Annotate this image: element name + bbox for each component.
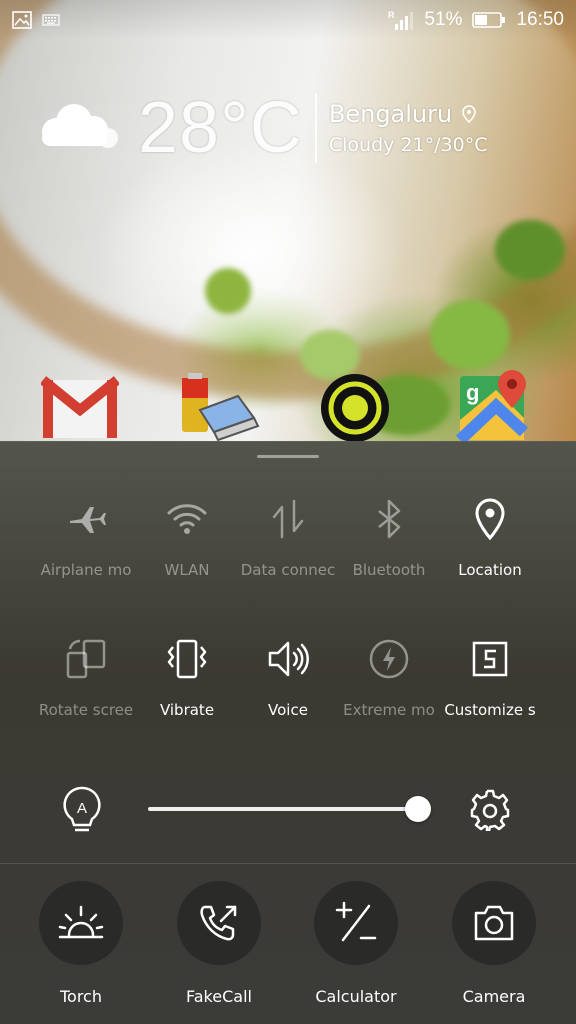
toggle-label: Voice <box>268 701 308 719</box>
toggle-data-connection[interactable]: Data connec <box>236 497 340 597</box>
panel-drag-handle[interactable] <box>257 455 319 458</box>
shortcut-camera[interactable]: Camera <box>439 881 549 1006</box>
bluetooth-icon <box>378 499 401 539</box>
toggle-wlan[interactable]: WLAN <box>135 497 239 597</box>
toggle-customize-screenshot[interactable]: Customize s <box>438 637 542 737</box>
rotate-icon <box>66 639 106 679</box>
shortcut-label: Camera <box>462 987 526 1006</box>
shortcut-torch[interactable]: Torch <box>26 881 136 1006</box>
temperature: 28°C <box>138 88 303 168</box>
signal-icon: R <box>388 10 414 30</box>
ola-app-icon[interactable] <box>316 370 394 442</box>
wifi-icon <box>167 504 207 534</box>
toggle-label: Airplane mo <box>40 561 132 579</box>
quick-settings-panel: Airplane mo WLAN Data connec Bluetooth L… <box>0 441 576 1024</box>
battery-app-icon[interactable] <box>178 370 260 442</box>
screenshot-icon <box>472 641 508 677</box>
toggle-extreme-mode[interactable]: Extreme mo <box>337 637 441 737</box>
roaming-indicator: R <box>388 10 395 20</box>
image-notification-icon <box>12 11 32 29</box>
toggle-label: Location <box>458 561 522 579</box>
toggle-bluetooth[interactable]: Bluetooth <box>337 497 441 597</box>
toggle-rotate-screen[interactable]: Rotate scree <box>34 637 138 737</box>
camera-icon <box>474 905 514 941</box>
calculator-icon <box>335 901 377 942</box>
toggle-label: Rotate scree <box>38 701 134 719</box>
wallpaper-leaf <box>205 268 251 314</box>
weather-condition-row: Cloudy 21°/30°C <box>329 134 488 156</box>
shortcut-calculator[interactable]: Calculator <box>301 881 411 1006</box>
weather-condition: Cloudy <box>328 134 395 156</box>
weather-info: Bengaluru Cloudy 21°/30°C <box>329 100 488 156</box>
shortcut-label: FakeCall <box>186 987 252 1006</box>
city-name: Bengaluru <box>328 100 453 128</box>
phone-call-icon <box>200 905 237 941</box>
keyboard-icon <box>42 14 60 26</box>
toggle-label: Bluetooth <box>352 561 426 579</box>
vibrate-icon <box>167 639 207 679</box>
clock-time: 16:50 <box>516 9 564 30</box>
shortcut-torch-button[interactable] <box>39 881 123 965</box>
wallpaper-leaf <box>495 220 565 280</box>
toggle-label: WLAN <box>164 561 210 579</box>
brightness-slider-thumb[interactable] <box>405 796 431 822</box>
power-saver-icon <box>369 639 409 679</box>
brightness-row: A <box>0 781 576 837</box>
data-arrows-icon <box>272 499 304 539</box>
toggle-label: Customize s <box>444 701 536 719</box>
shortcut-label: Torch <box>59 987 102 1006</box>
status-bar: R 51% 16:50 <box>0 0 576 40</box>
home-app-row: g <box>0 370 576 445</box>
toggle-label: Vibrate <box>159 701 215 719</box>
speaker-icon <box>268 641 309 677</box>
shortcut-fakecall[interactable]: FakeCall <box>164 881 274 1006</box>
brightness-slider-track[interactable] <box>148 807 418 811</box>
temp-range: 21°/30°C <box>400 134 488 156</box>
shortcut-label: Calculator <box>315 987 397 1006</box>
gmail-app-icon[interactable] <box>39 370 121 442</box>
toggle-vibrate[interactable]: Vibrate <box>135 637 239 737</box>
panel-divider <box>0 863 576 864</box>
shortcut-calculator-button[interactable] <box>314 881 398 965</box>
wallpaper-leaf <box>430 300 510 370</box>
toggle-location[interactable]: Location <box>438 497 542 597</box>
location-pin-icon <box>475 498 505 541</box>
gear-icon[interactable] <box>468 787 512 831</box>
toggle-label: Data connec <box>240 561 336 579</box>
auto-brightness-icon[interactable]: A <box>60 785 104 833</box>
sunrise-icon <box>58 905 104 939</box>
svg-text:A: A <box>77 800 87 817</box>
svg-text:g: g <box>466 380 479 405</box>
battery-percent: 51% <box>424 9 463 30</box>
battery-icon <box>472 12 506 28</box>
toggle-voice[interactable]: Voice <box>236 637 340 737</box>
cloud-icon <box>42 104 118 148</box>
toggle-airplane-mode[interactable]: Airplane mo <box>34 497 138 597</box>
location-pin-small-icon <box>462 105 477 123</box>
shortcut-fakecall-button[interactable] <box>177 881 261 965</box>
weather-divider <box>314 93 317 163</box>
shortcut-camera-button[interactable] <box>452 881 536 965</box>
weather-widget[interactable]: 28°C Bengaluru Cloudy 21°/30°C <box>30 92 487 164</box>
toggle-label: Extreme mo <box>343 701 435 719</box>
airplane-icon <box>70 507 106 533</box>
maps-app-icon[interactable]: g <box>455 370 534 445</box>
city-row: Bengaluru <box>329 100 488 128</box>
